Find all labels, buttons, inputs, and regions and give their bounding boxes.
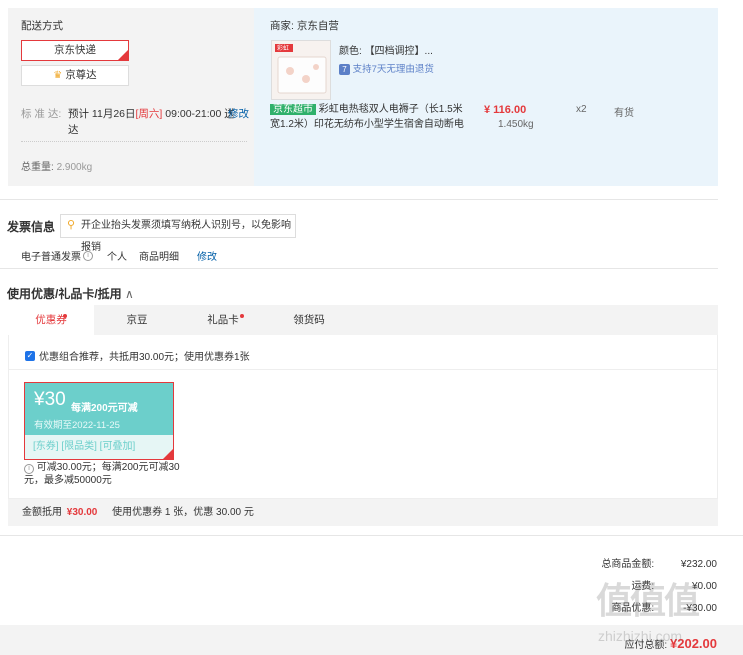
summary-desc: 使用优惠券 1 张，优惠 30.00 元 xyxy=(112,507,254,518)
selected-corner-mark xyxy=(118,50,128,60)
weight-label: 总重量: xyxy=(21,162,54,173)
divider xyxy=(9,369,717,370)
total-weight: 总重量: 2.900kg xyxy=(21,158,92,173)
invoice-owner: 个人 xyxy=(107,252,127,263)
invoice-type: 电子普通发票 xyxy=(21,252,81,263)
return-policy-tag: 7 支持7天无理由退货 xyxy=(339,61,434,75)
coupon-section-title: 使用优惠/礼品卡/抵用 xyxy=(7,287,122,301)
divider xyxy=(21,141,247,142)
coupon-card-top: ¥30 每满200元可减 有效期至2022-11-25 xyxy=(25,383,173,435)
watermark-text: zhizhizhi.com xyxy=(598,628,683,644)
product-image-brand: 彩虹 xyxy=(277,46,290,52)
divider xyxy=(0,535,743,536)
checkbox-checked-icon[interactable]: ✓ xyxy=(25,350,35,361)
summary-label: 金额抵用 xyxy=(22,507,62,518)
goods-total-row: 总商品金额: ¥232.00 xyxy=(601,555,717,570)
product-weight: 1.450kg xyxy=(498,119,534,130)
tab-jingdou[interactable]: 京豆 xyxy=(94,305,180,335)
return-policy-label: 支持7天无理由退货 xyxy=(352,64,434,75)
delivery-time-line2: 达 xyxy=(68,124,79,136)
tab-label: 领货码 xyxy=(293,314,325,326)
chevron-up-icon: ∧ xyxy=(125,287,134,301)
invoice-modify-link[interactable]: 修改 xyxy=(197,248,217,263)
watermark-logo: 值值值 xyxy=(596,580,700,621)
coupon-tabs: 优惠券 京豆 礼品卡 领货码 xyxy=(8,305,718,335)
product-title-line1: 彩虹电热毯双人电褥子（长1.5米 xyxy=(318,104,463,115)
color-value: 【四档调控】... xyxy=(364,46,433,57)
crown-icon: ♛ xyxy=(53,70,63,81)
product-color: 颜色: 【四档调控】... xyxy=(339,42,433,57)
shipping-option-jingzunda[interactable]: ♛ 京尊达 xyxy=(21,65,129,86)
coupon-section-toggle[interactable]: 使用优惠/礼品卡/抵用 ∧ xyxy=(7,285,134,302)
delivery-modify-link[interactable]: 修改 xyxy=(228,106,249,121)
coupon-validity: 有效期至2022-11-25 xyxy=(34,420,120,431)
delivery-weekday: [周六] xyxy=(135,108,163,120)
coupon-amount: ¥30 xyxy=(34,389,66,410)
divider xyxy=(0,268,718,269)
coupon-note: i 可减30.00元；每满200元可减30 元，最多减50000元 xyxy=(24,461,180,487)
recommend-text: 优惠组合推荐，共抵用30.00元；使用优惠券1张 xyxy=(39,352,250,363)
delivery-time: 09:00-21:00 送 xyxy=(165,108,235,120)
standard-delivery-label: 标 准 达: xyxy=(21,108,62,120)
new-dot xyxy=(63,314,67,318)
product-title[interactable]: 京东超市 彩虹电热毯双人电褥子（长1.5米 宽1.2米）印花无纺布小型学生宿舍自… xyxy=(270,102,515,132)
product-quantity: x2 xyxy=(576,104,587,115)
merchant-name: 京东自营 xyxy=(296,20,339,32)
merchant-label: 商家: xyxy=(270,20,294,32)
new-dot xyxy=(240,314,244,318)
color-label: 颜色: xyxy=(339,46,362,57)
invoice-content: 商品明细 xyxy=(139,252,179,263)
selected-corner-mark xyxy=(163,449,173,459)
shipping-label: 配送方式 xyxy=(21,20,63,32)
merchant-header: 商家: 京东自营 xyxy=(270,18,339,33)
divider xyxy=(0,199,718,200)
weight-value: 2.900kg xyxy=(56,162,93,173)
product-stock: 有货 xyxy=(614,108,634,119)
tab-coupon[interactable]: 优惠券 xyxy=(8,305,94,335)
invoice-title: 发票信息 xyxy=(7,220,56,234)
info-icon: i xyxy=(24,464,34,474)
tab-redeem-code[interactable]: 领货码 xyxy=(266,305,352,335)
product-title-line2: 宽1.2米）印花无纺布小型学生宿舍自动断电 xyxy=(270,119,464,130)
coupon-condition: 每满200元可减 xyxy=(71,403,138,414)
tab-gift-card[interactable]: 礼品卡 xyxy=(180,305,266,335)
product-image[interactable]: 彩虹 xyxy=(271,40,331,100)
summary-amount: ¥30.00 xyxy=(66,507,98,518)
tab-label: 礼品卡 xyxy=(207,314,239,326)
shipping-option-label: 京尊达 xyxy=(65,69,97,81)
recommend-combo[interactable]: ✓ 优惠组合推荐，共抵用30.00元；使用优惠券1张 xyxy=(25,348,250,363)
product-price: ¥ 116.00 xyxy=(484,104,527,116)
location-pin-icon: ⚲ xyxy=(67,219,76,231)
coupon-card[interactable]: ¥30 每满200元可减 有效期至2022-11-25 [东券] [限品类] [… xyxy=(24,382,174,460)
shipping-option-label: 京东快递 xyxy=(54,44,96,56)
goods-total-value: ¥232.00 xyxy=(680,559,717,570)
delivery-date: 预计 11月26日 xyxy=(68,108,136,120)
coupon-summary: 金额抵用 ¥30.00 使用优惠券 1 张，优惠 30.00 元 xyxy=(8,499,718,526)
coupon-note-line1: 可减30.00元；每满200元可减30 xyxy=(36,462,180,473)
return-7day-icon: 7 xyxy=(339,64,350,75)
invoice-details: 电子普通发票 i 个人 商品明细 修改 xyxy=(21,248,217,263)
coupon-note-line2: 元，最多减50000元 xyxy=(24,475,112,486)
invoice-tip: ⚲ 开企业抬头发票须填写纳税人识别号，以免影响报销 xyxy=(60,214,296,253)
jd-supermarket-badge: 京东超市 xyxy=(270,104,316,115)
coupon-tags: [东券] [限品类] [可叠加] xyxy=(25,435,173,459)
tab-label: 京豆 xyxy=(126,314,148,326)
delivery-estimate: 预计 11月26日[周六] 09:00-21:00 送 xyxy=(68,106,235,121)
goods-total-label: 总商品金额: xyxy=(601,559,655,570)
info-icon[interactable]: i xyxy=(83,250,93,261)
shipping-option-jd-express[interactable]: 京东快递 xyxy=(21,40,129,61)
